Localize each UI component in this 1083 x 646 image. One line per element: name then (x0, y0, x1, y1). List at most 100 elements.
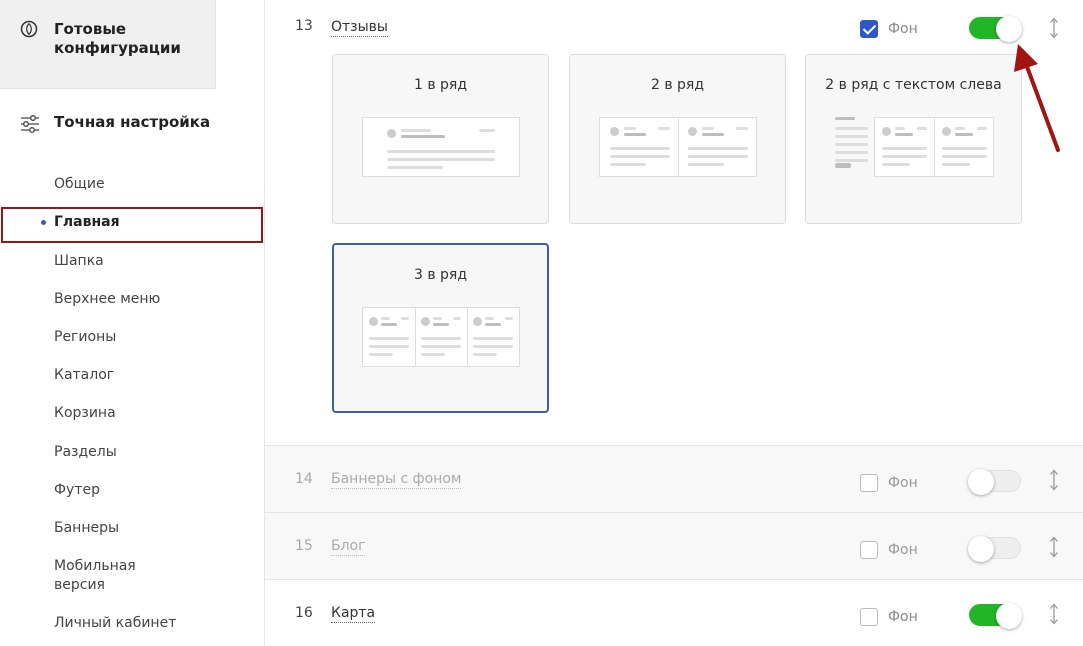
active-dot-icon (41, 220, 46, 225)
sidebar-item-top-menu[interactable]: Верхнее меню (0, 290, 264, 309)
preview-divider (678, 118, 679, 176)
preview-line (624, 133, 646, 136)
section-blog: 15 Блог Фон (265, 513, 1083, 580)
preview-line (882, 147, 927, 150)
toggle-knob (968, 469, 994, 495)
sidebar-item-header[interactable]: Шапка (0, 252, 264, 271)
drag-handle-icon[interactable] (1048, 468, 1060, 492)
preview-line (977, 127, 987, 130)
sidebar-item-cart[interactable]: Корзина (0, 404, 264, 423)
preview-line (955, 127, 965, 130)
preview-line (387, 158, 495, 161)
sliders-icon (21, 115, 39, 133)
sidebar-item-catalog[interactable]: Каталог (0, 366, 264, 385)
preview-divider (934, 118, 935, 176)
sidebar: Готовые конфигурации Точная настройка Об… (0, 0, 265, 646)
preview-divider (415, 308, 416, 366)
preview-line (369, 345, 409, 348)
layout-card-label: 3 в ряд (413, 267, 468, 283)
section-title[interactable]: Блог (331, 538, 366, 556)
preview-line (882, 163, 910, 166)
section-toggle[interactable] (969, 603, 1022, 629)
drag-handle-icon[interactable] (1048, 602, 1060, 626)
layout-card-label: 2 в ряд (650, 77, 705, 93)
section-title[interactable]: Баннеры с фоном (331, 471, 462, 489)
preview-avatar (473, 317, 482, 326)
ready-configs-title: Готовые конфигурации (54, 20, 181, 57)
sidebar-item-mobile[interactable]: Мобильная версия (0, 557, 160, 595)
layout-card-3-per-row[interactable]: 3 в ряд (332, 243, 549, 413)
preview-divider (467, 308, 468, 366)
preview-line (895, 133, 913, 136)
background-label: Фон (888, 475, 918, 491)
layout-card-2-per-row-text-left[interactable]: 2 в ряд с текстом слева (805, 54, 1022, 224)
settings-page: Готовые конфигурации Точная настройка Об… (0, 0, 1083, 646)
background-checkbox[interactable] (860, 608, 878, 626)
sidebar-item-label: Регионы (54, 329, 117, 345)
preview-line (835, 159, 868, 162)
preview-line (835, 135, 868, 138)
sidebar-item-main[interactable]: Главная (0, 213, 264, 232)
sidebar-item-general[interactable]: Общие (0, 175, 264, 194)
section-number: 13 (295, 18, 313, 34)
drag-handle-icon[interactable] (1048, 535, 1060, 559)
sidebar-item-label: Разделы (54, 444, 117, 460)
toggle-knob (996, 16, 1022, 42)
preview-button (835, 163, 851, 168)
section-reviews: 13 Отзывы Фон 1 в ряд 2 в ряд 2 в ряд с … (265, 0, 1083, 446)
preview-line (942, 147, 987, 150)
sidebar-item-sections[interactable]: Разделы (0, 443, 264, 462)
ready-configs-item[interactable]: Готовые конфигурации (0, 0, 216, 89)
preview-line (473, 345, 513, 348)
preview-line (421, 345, 461, 348)
preview-avatar (387, 129, 396, 138)
layout-card-2-per-row[interactable]: 2 в ряд (569, 54, 786, 224)
sidebar-item-banners[interactable]: Баннеры (0, 519, 264, 538)
section-toggle[interactable] (969, 16, 1022, 42)
preview-line (387, 166, 443, 169)
layout-preview (362, 117, 520, 177)
preview-line (736, 127, 748, 130)
preview-line (688, 147, 748, 150)
fine-tune-title: Точная настройка (54, 113, 211, 131)
sidebar-item-regions[interactable]: Регионы (0, 328, 264, 347)
background-checkbox[interactable] (860, 474, 878, 492)
section-number: 14 (295, 471, 313, 487)
layout-preview (599, 117, 757, 177)
preview-line (387, 150, 495, 153)
sidebar-item-label: Мобильная версия (54, 558, 136, 593)
background-checkbox[interactable] (860, 20, 878, 38)
preview-line (942, 163, 970, 166)
preview-line (835, 151, 868, 154)
preview-line (658, 127, 670, 130)
sidebar-item-footer[interactable]: Футер (0, 481, 264, 500)
preview-avatar (942, 127, 951, 136)
configs-icon (20, 20, 38, 38)
preview-line (917, 127, 927, 130)
preview-avatar (688, 127, 697, 136)
preview-line (835, 117, 855, 120)
preview-line (369, 353, 393, 356)
preview-line (453, 317, 461, 320)
sidebar-item-label: Личный кабинет (54, 615, 177, 631)
drag-handle-icon[interactable] (1048, 16, 1060, 40)
preview-line (401, 129, 431, 132)
section-toggle[interactable] (968, 536, 1021, 562)
section-banners-with-bg: 14 Баннеры с фоном Фон (265, 446, 1083, 513)
sidebar-item-label: Корзина (54, 405, 116, 421)
section-toggle[interactable] (968, 469, 1021, 495)
sidebar-item-account[interactable]: Личный кабинет (0, 614, 264, 633)
sidebar-item-label: Общие (54, 176, 105, 192)
section-number: 15 (295, 538, 313, 554)
layout-card-1-per-row[interactable]: 1 в ряд (332, 54, 549, 224)
section-title[interactable]: Отзывы (331, 19, 388, 37)
sidebar-item-label: Футер (54, 482, 100, 498)
preview-line (473, 337, 513, 340)
background-label: Фон (888, 609, 918, 625)
preview-line (401, 135, 445, 138)
background-checkbox[interactable] (860, 541, 878, 559)
preview-line (882, 155, 927, 158)
preview-line (955, 133, 973, 136)
section-title[interactable]: Карта (331, 605, 376, 623)
preview-avatar (882, 127, 891, 136)
